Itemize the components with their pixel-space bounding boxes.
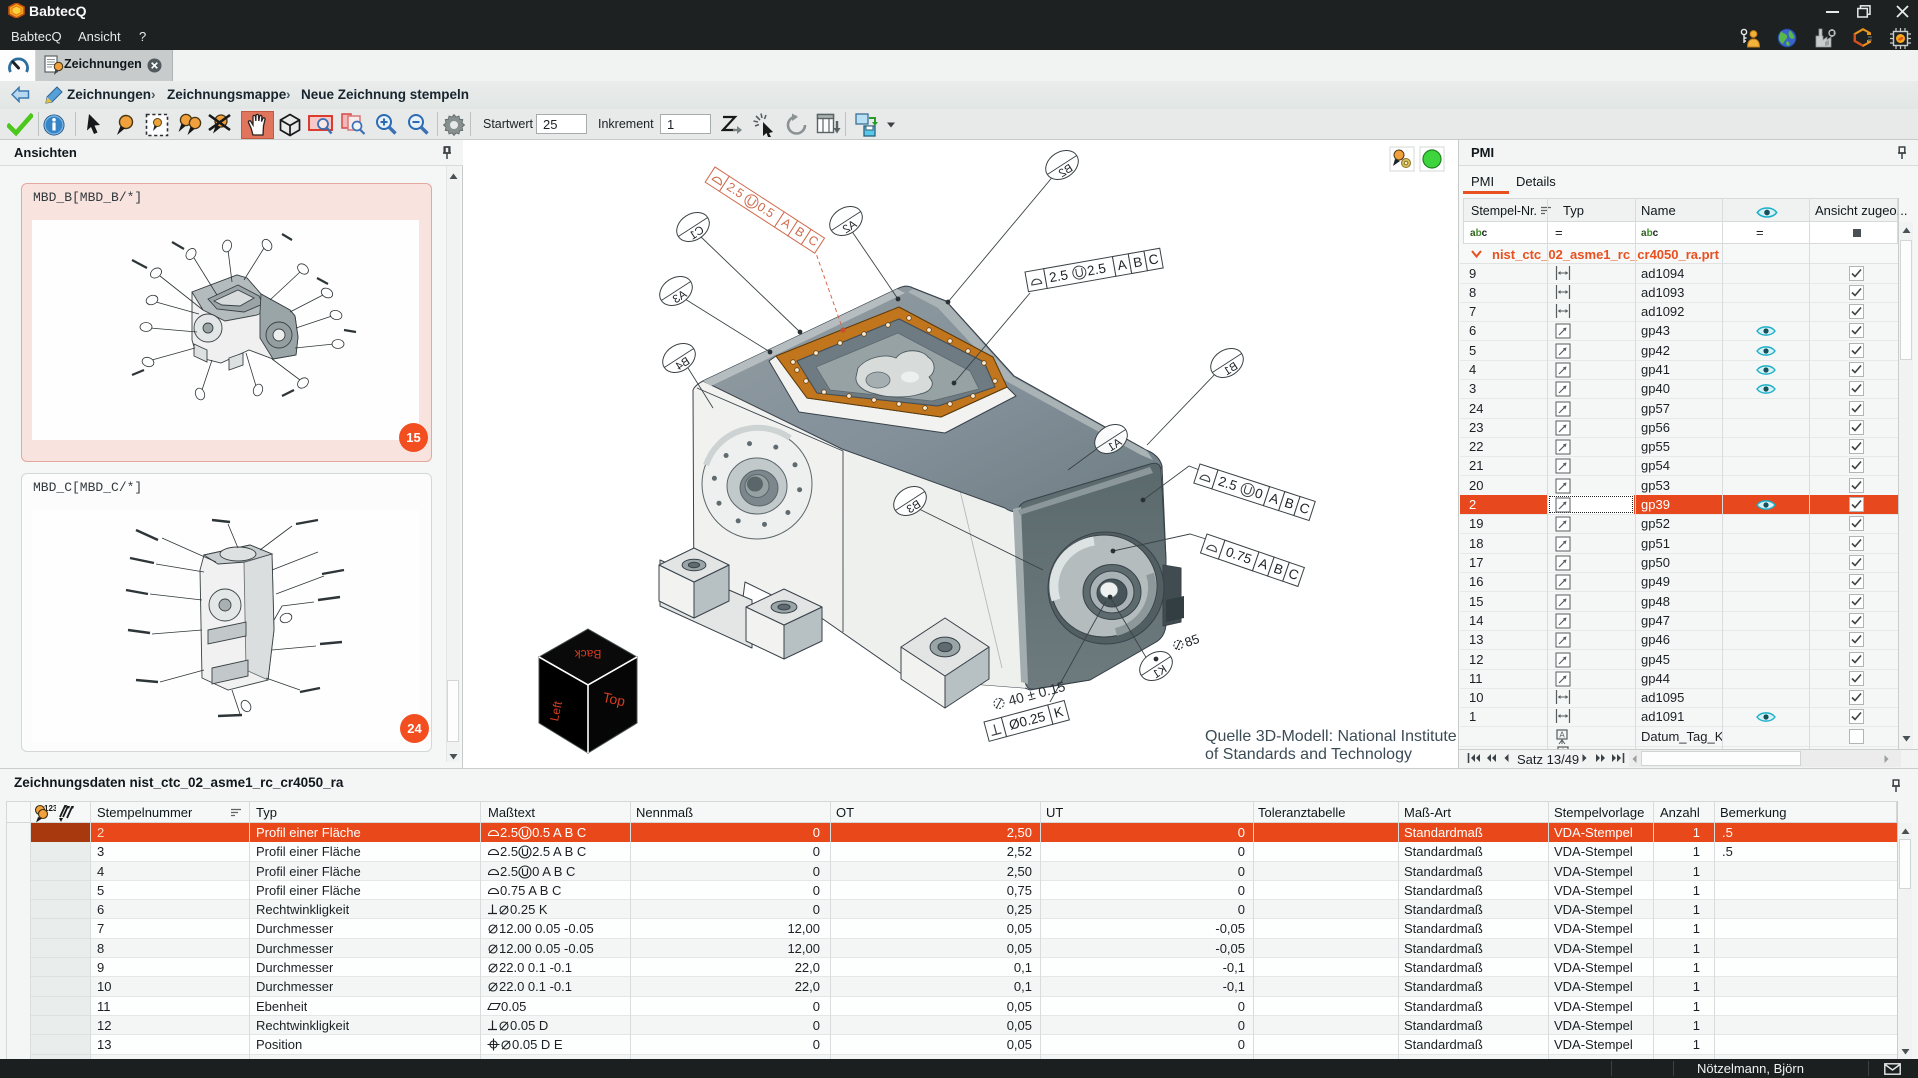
svg-text:of Standards and Technology: of Standards and Technology: [1205, 746, 1412, 763]
svg-text:A: A: [1559, 731, 1565, 740]
svg-text:2.5: 2.5: [1086, 261, 1107, 279]
svg-text:Back: Back: [574, 647, 602, 661]
svg-text:2.5: 2.5: [1048, 267, 1069, 285]
svg-text:85: 85: [1183, 631, 1202, 650]
svg-text:Quelle 3D-Modell: National Ins: Quelle 3D-Modell: National Institute: [1205, 728, 1457, 745]
